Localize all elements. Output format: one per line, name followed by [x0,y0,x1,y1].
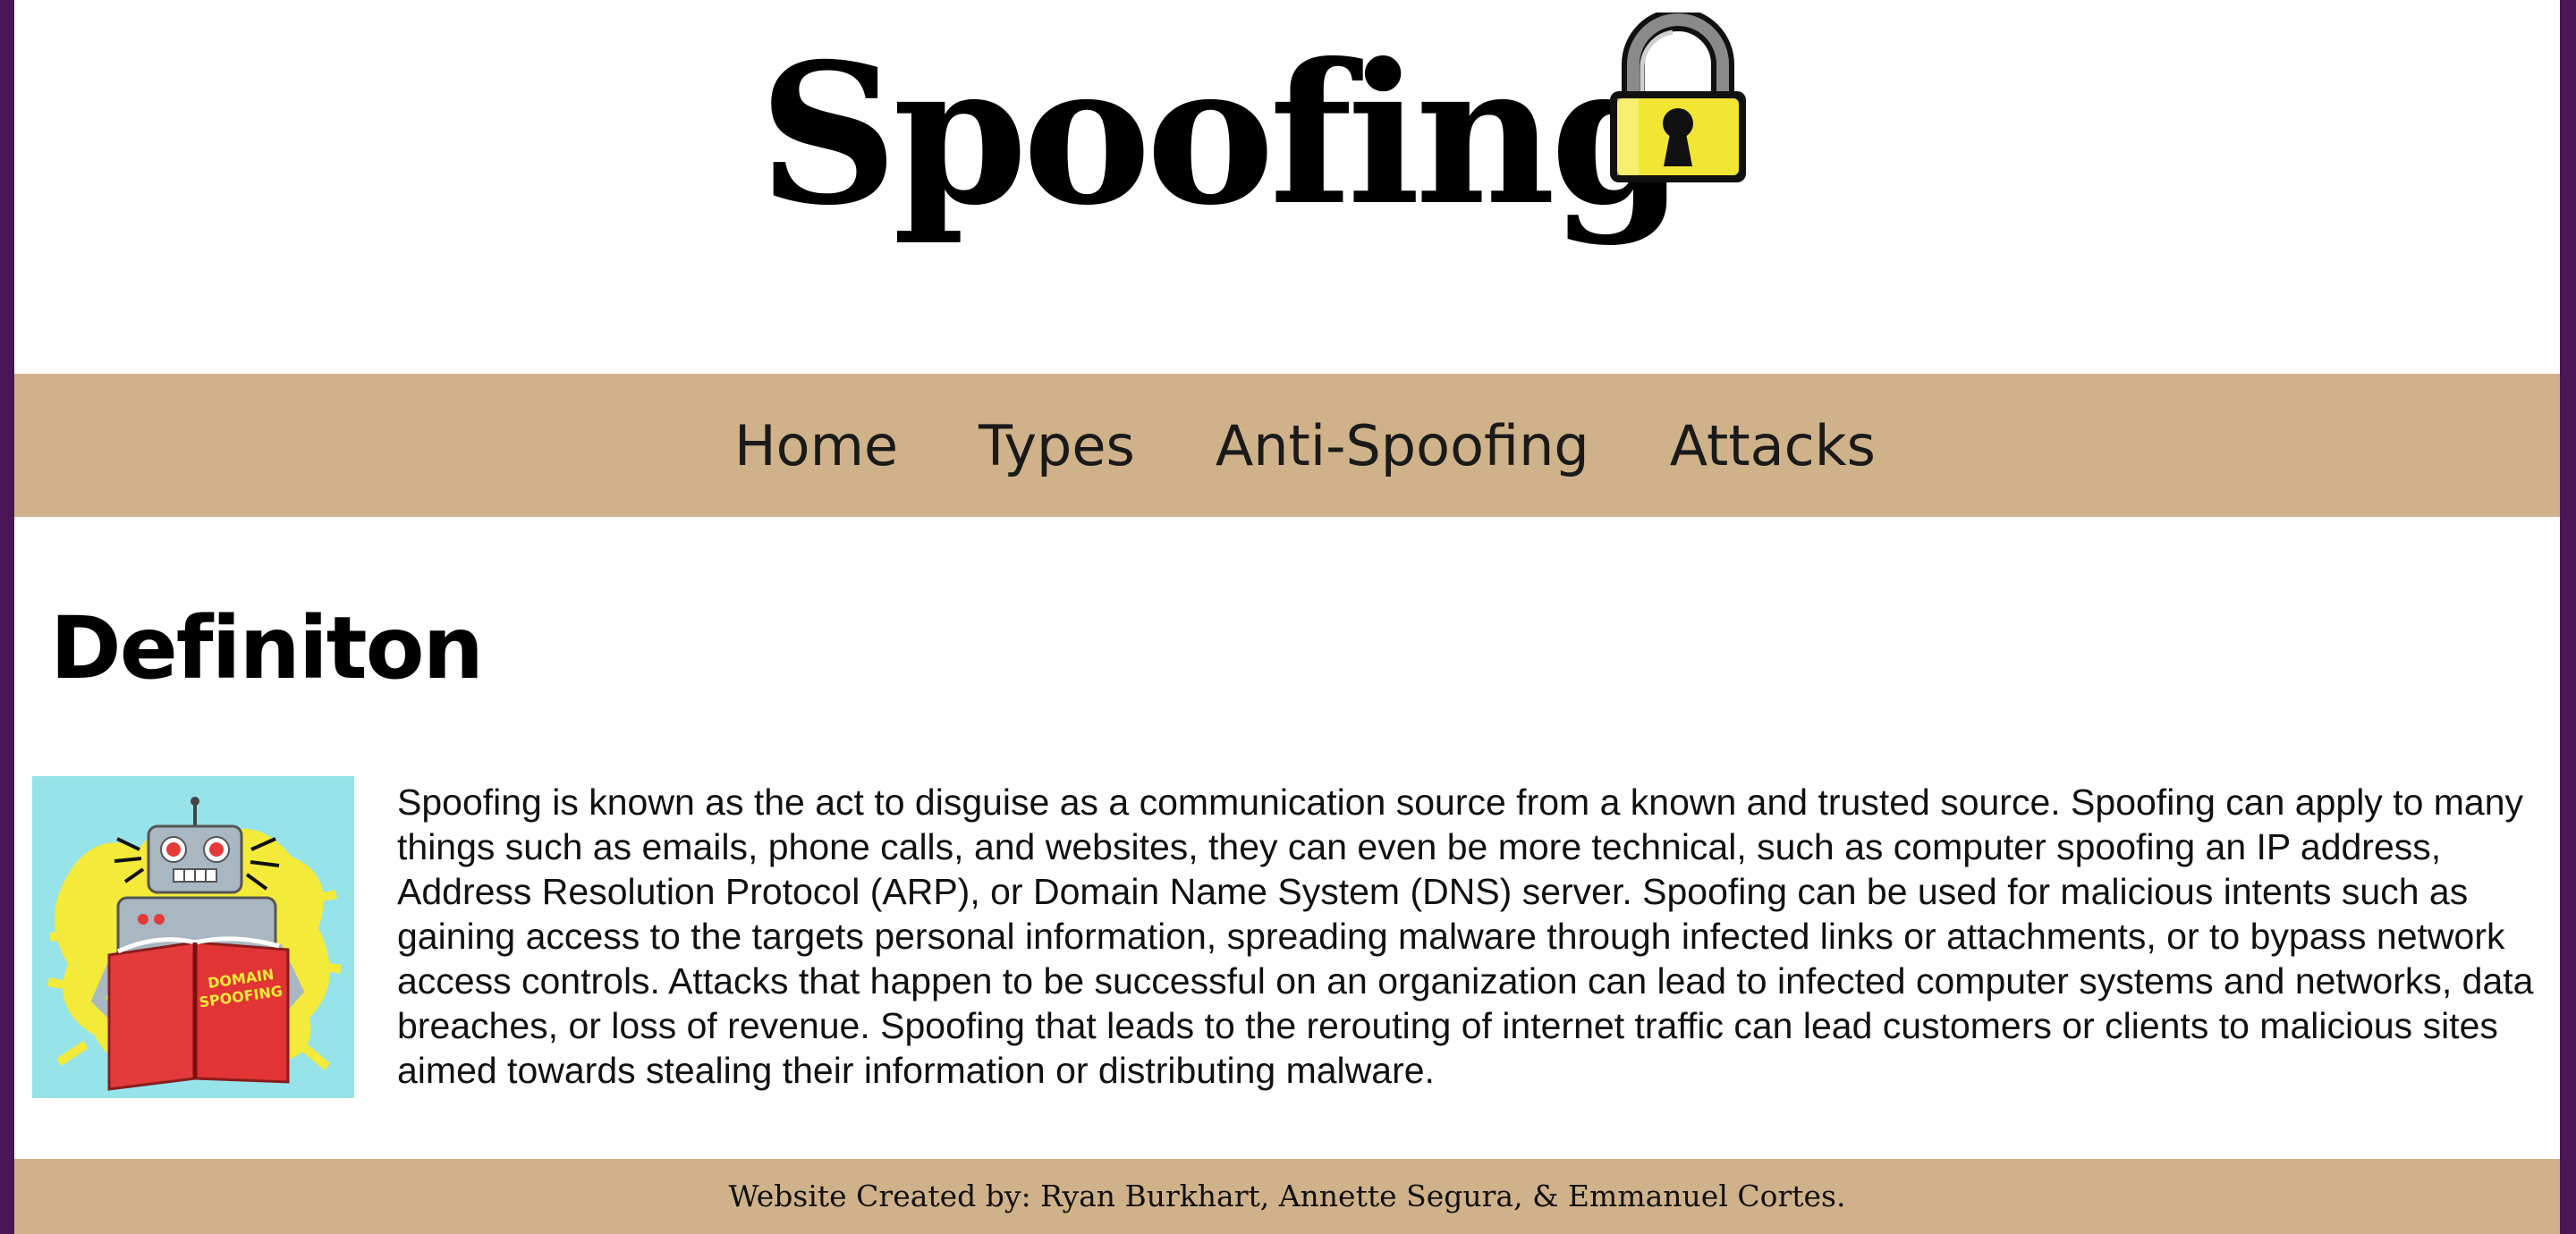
nav-link-attacks[interactable]: Attacks [1670,413,1876,478]
nav-link-home[interactable]: Home [734,413,898,478]
robot-reading-book-illustration: DOMAIN SPOOFING [32,776,354,1098]
site-footer: Website Created by: Ryan Burkhart, Annet… [14,1159,2560,1234]
site-header: Spoofing [14,0,2560,374]
left-border [0,0,14,1234]
section-heading: Definiton [50,598,484,698]
nav-list: Home Types Anti-Spoofing Attacks [14,374,2560,517]
footer-credits: Website Created by: Ryan Burkhart, Annet… [728,1179,1846,1213]
definition-paragraph: Spoofing is known as the act to disguise… [397,782,2534,1091]
page: Spoofing Home Types Anti-Spoofing Attack… [14,0,2560,1234]
main-navbar: Home Types Anti-Spoofing Attacks [14,374,2560,517]
nav-link-anti-spoofing[interactable]: Anti-Spoofing [1216,413,1589,478]
padlock-icon [1610,13,1746,182]
right-border [2560,0,2576,1234]
nav-link-types[interactable]: Types [979,413,1135,478]
site-title: Spoofing [758,21,1685,248]
